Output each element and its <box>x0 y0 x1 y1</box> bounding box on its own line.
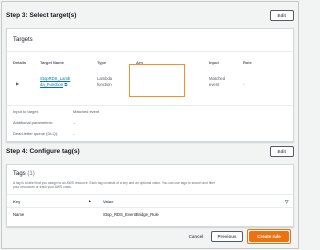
detail-value: - <box>73 131 75 136</box>
tags-help-line2: your resources or track your AWS costs. <box>13 185 72 189</box>
detail-value: Matched event <box>73 109 100 114</box>
create-rule-button[interactable]: Create rule <box>249 231 289 242</box>
divider <box>7 105 293 106</box>
tag-value: Stop_RDS_EventBridge_Rule <box>103 212 159 217</box>
role-cell: - <box>243 82 245 87</box>
tags-title-text: Tags <box>13 171 26 177</box>
tags-title: Tags (1) <box>13 171 35 177</box>
detail-value: -- <box>73 120 76 125</box>
step3-edit-button[interactable]: Edit <box>269 10 294 21</box>
type-line2: function <box>97 82 112 87</box>
expand-row-icon[interactable]: ▶ <box>16 81 19 86</box>
col-key[interactable]: Key <box>13 199 20 204</box>
col-input: Input <box>209 60 219 65</box>
target-name-cell[interactable]: StopRDS_Lamb da_Function ⧉ <box>40 76 70 88</box>
external-link-icon[interactable]: ⧉ <box>64 82 67 87</box>
divider <box>7 194 293 195</box>
detail-input-to-target: Input to target: Matched event <box>13 109 99 114</box>
detail-label: Input to target: <box>13 109 39 114</box>
divider <box>7 51 293 52</box>
col-details: Details <box>13 60 27 65</box>
targets-title: Targets <box>13 37 33 43</box>
detail-label: Additional parameters: <box>13 120 54 125</box>
tags-card: Tags (1) A tag is a label that you assig… <box>6 164 294 227</box>
detail-additional-parameters: Additional parameters: -- <box>13 120 76 125</box>
type-cell: Lambda function <box>97 76 112 88</box>
tag-key: Name <box>13 212 25 217</box>
cancel-button[interactable]: Cancel <box>183 231 209 242</box>
divider <box>7 207 293 208</box>
tags-count: (1) <box>27 171 35 177</box>
step4-title: Step 4: Configure tag(s) <box>6 148 80 155</box>
target-name-link-line2[interactable]: da_Function <box>40 82 63 87</box>
tags-help-text: A tag is a label that you assign to an A… <box>13 181 287 189</box>
col-type: Type <box>97 60 107 65</box>
detail-dlq: Dead-letter queue (DLQ): - <box>13 131 74 136</box>
detail-label: Dead-letter queue (DLQ): <box>13 131 59 136</box>
previous-button[interactable]: Previous <box>211 231 243 242</box>
sort-icon[interactable]: ▲ <box>88 199 91 203</box>
col-target-name: Target Name <box>40 60 64 65</box>
step4-edit-button[interactable]: Edit <box>269 146 294 157</box>
arn-highlight-box <box>129 64 185 97</box>
col-value[interactable]: Value <box>103 199 113 204</box>
step3-header: Step 3: Select target(s) Edit <box>6 10 294 21</box>
input-line2: event <box>209 82 220 87</box>
step4-header: Step 4: Configure tag(s) Edit <box>6 146 294 157</box>
col-role: Role <box>243 60 252 65</box>
step3-title: Step 3: Select target(s) <box>6 12 77 19</box>
filter-icon[interactable]: ▽ <box>285 199 288 205</box>
input-cell: Matched event <box>209 76 225 88</box>
